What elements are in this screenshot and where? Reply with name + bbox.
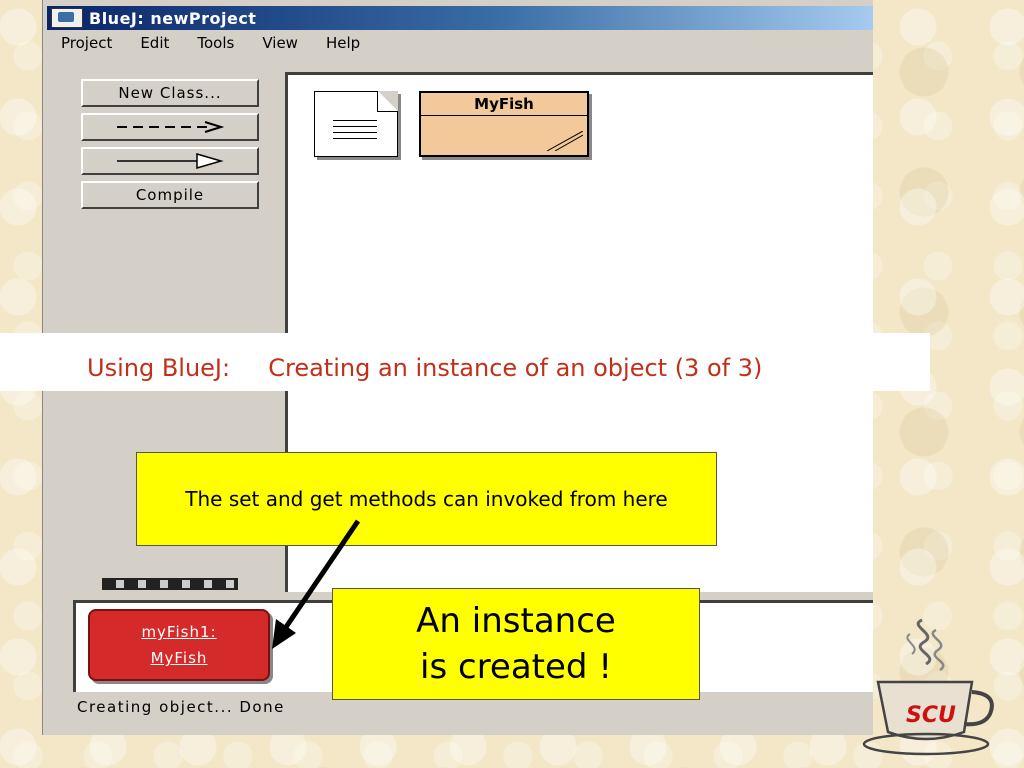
text-line (333, 132, 377, 133)
menu-view[interactable]: View (262, 34, 298, 52)
class-myfish[interactable]: MyFish (419, 91, 589, 157)
page-fold-edge (377, 92, 397, 112)
object-instance-myfish1[interactable]: myFish1: MyFish (88, 609, 270, 681)
text-line (333, 126, 377, 127)
class-name: MyFish (421, 93, 587, 116)
instance-callout-line2: is created ! (420, 647, 612, 687)
instance-callout-line1: An instance (416, 601, 616, 641)
dashed-arrow-icon (117, 121, 225, 133)
inheritance-arrow-button[interactable] (81, 147, 259, 175)
window-title: BlueJ: newProject (89, 8, 257, 28)
resize-divider[interactable] (102, 578, 238, 590)
menu-edit[interactable]: Edit (140, 34, 169, 52)
compile-button[interactable]: Compile (81, 181, 259, 209)
scu-coffee-cup-logo: SCU (862, 618, 994, 756)
status-bar: Creating object... Done (77, 698, 285, 716)
text-line (333, 120, 377, 121)
inheritance-arrow-icon (117, 153, 224, 169)
menu-tools[interactable]: Tools (197, 34, 234, 52)
slide-heading: Using BlueJ: Creating an instance of an … (87, 354, 763, 382)
svg-text:SCU: SCU (906, 703, 956, 728)
instance-name: myFish1: (141, 623, 217, 641)
bluej-app-icon (51, 8, 83, 28)
methods-callout: The set and get methods can invoked from… (136, 452, 717, 546)
instance-type: MyFish (150, 649, 208, 667)
resize-hatch-icon (546, 131, 583, 151)
instance-callout: An instance is created ! (332, 588, 700, 700)
menu-help[interactable]: Help (326, 34, 360, 52)
menu-project[interactable]: Project (61, 34, 112, 52)
toolbar: New Class... Compile (81, 79, 261, 215)
menu-bar: Project Edit Tools View Help (47, 32, 873, 54)
text-line (333, 138, 377, 139)
dependency-arrow-button[interactable] (81, 113, 259, 141)
new-class-button[interactable]: New Class... (81, 79, 259, 107)
title-bar: BlueJ: newProject (47, 6, 873, 30)
readme-document-icon[interactable] (314, 91, 398, 157)
